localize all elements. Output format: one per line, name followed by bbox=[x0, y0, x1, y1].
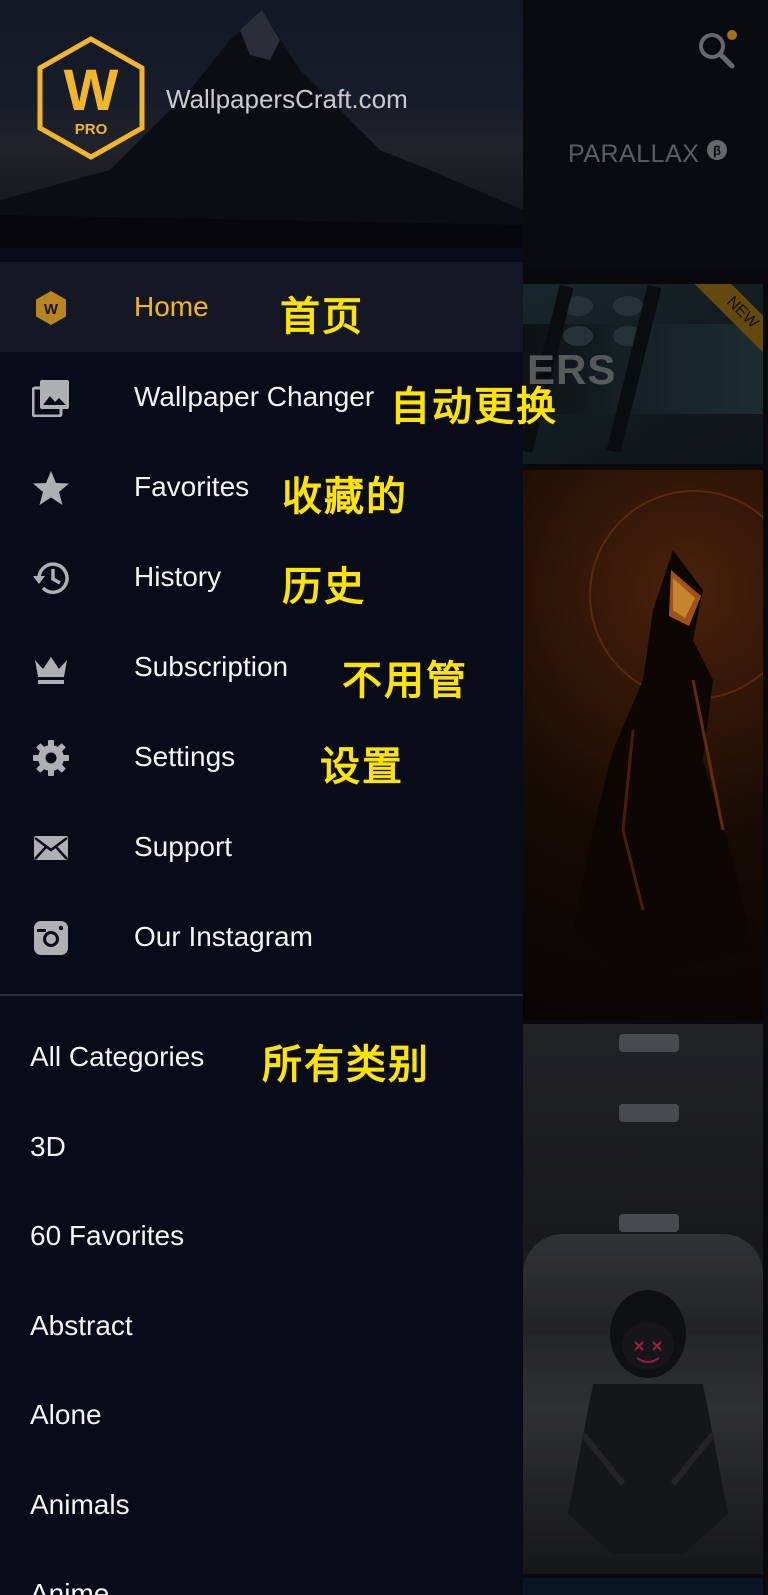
hexagon-w-icon: W bbox=[32, 289, 70, 327]
logo-letter: W bbox=[64, 58, 119, 123]
category-60-favorites[interactable]: 60 Favorites bbox=[0, 1192, 523, 1282]
crown-icon bbox=[32, 649, 70, 687]
menu-item-settings[interactable]: Settings bbox=[0, 712, 523, 802]
annotation-history: 历史 bbox=[282, 564, 366, 610]
category-abstract[interactable]: Abstract bbox=[0, 1282, 523, 1372]
menu-item-label: Support bbox=[134, 831, 233, 862]
annotation-home: 首页 bbox=[280, 294, 364, 340]
category-label: All Categories bbox=[30, 1041, 205, 1072]
annotation-subscription: 不用管 bbox=[342, 658, 468, 704]
menu-item-label: Subscription bbox=[134, 651, 289, 682]
menu-item-favorites[interactable]: Favorites bbox=[0, 442, 523, 532]
menu-item-instagram[interactable]: Our Instagram bbox=[0, 892, 523, 982]
menu-divider bbox=[0, 994, 523, 996]
images-icon bbox=[32, 379, 70, 417]
category-anime[interactable]: Anime bbox=[0, 1550, 523, 1595]
drawer-header: W PRO WallpapersCraft.com bbox=[0, 0, 523, 248]
category-label: 60 Favorites bbox=[30, 1220, 185, 1251]
drawer-menu: W Home Wallpaper Changer Favorites Histo… bbox=[0, 262, 523, 982]
category-label: Abstract bbox=[30, 1309, 133, 1341]
history-icon bbox=[32, 559, 70, 597]
menu-icon-letter: W bbox=[44, 301, 59, 318]
wallpaperscraft-logo-icon[interactable]: W PRO bbox=[36, 36, 146, 160]
site-name: WallpapersCraft.com bbox=[166, 84, 408, 114]
menu-item-history[interactable]: History bbox=[0, 532, 523, 622]
annotation-all-categories: 所有类别 bbox=[262, 1042, 430, 1088]
category-list: All Categories 3D 60 Favorites Abstract … bbox=[0, 1013, 523, 1595]
menu-item-label: Home bbox=[134, 291, 209, 322]
category-label: Alone bbox=[30, 1399, 102, 1430]
category-3d[interactable]: 3D bbox=[0, 1103, 523, 1193]
category-animals[interactable]: Animals bbox=[0, 1461, 523, 1551]
instagram-icon bbox=[32, 919, 70, 957]
annotation-wallpaper-changer: 自动更换 bbox=[390, 384, 558, 430]
star-icon bbox=[32, 469, 70, 507]
menu-item-home[interactable]: W Home bbox=[0, 262, 523, 352]
menu-item-label: History bbox=[134, 561, 222, 592]
app-screen: PARALLAX β ERS NEW W PRO WallpapersCraft… bbox=[0, 0, 768, 1595]
menu-item-label: Settings bbox=[134, 741, 236, 772]
navigation-drawer: W PRO WallpapersCraft.com W Home Wallpap… bbox=[0, 0, 523, 1595]
envelope-icon bbox=[32, 829, 70, 867]
menu-item-label: Wallpaper Changer bbox=[134, 381, 375, 412]
annotation-settings: 设置 bbox=[320, 744, 404, 790]
menu-item-label: Our Instagram bbox=[134, 921, 313, 952]
category-label: 3D bbox=[30, 1130, 66, 1162]
menu-item-support[interactable]: Support bbox=[0, 802, 523, 892]
category-label: Anime bbox=[30, 1578, 110, 1595]
category-label: Animals bbox=[30, 1488, 130, 1520]
annotation-favorites: 收藏的 bbox=[282, 474, 408, 520]
menu-item-label: Favorites bbox=[134, 471, 250, 502]
category-alone[interactable]: Alone bbox=[0, 1371, 523, 1461]
gear-icon bbox=[32, 739, 70, 777]
logo-sub: PRO bbox=[75, 121, 108, 138]
